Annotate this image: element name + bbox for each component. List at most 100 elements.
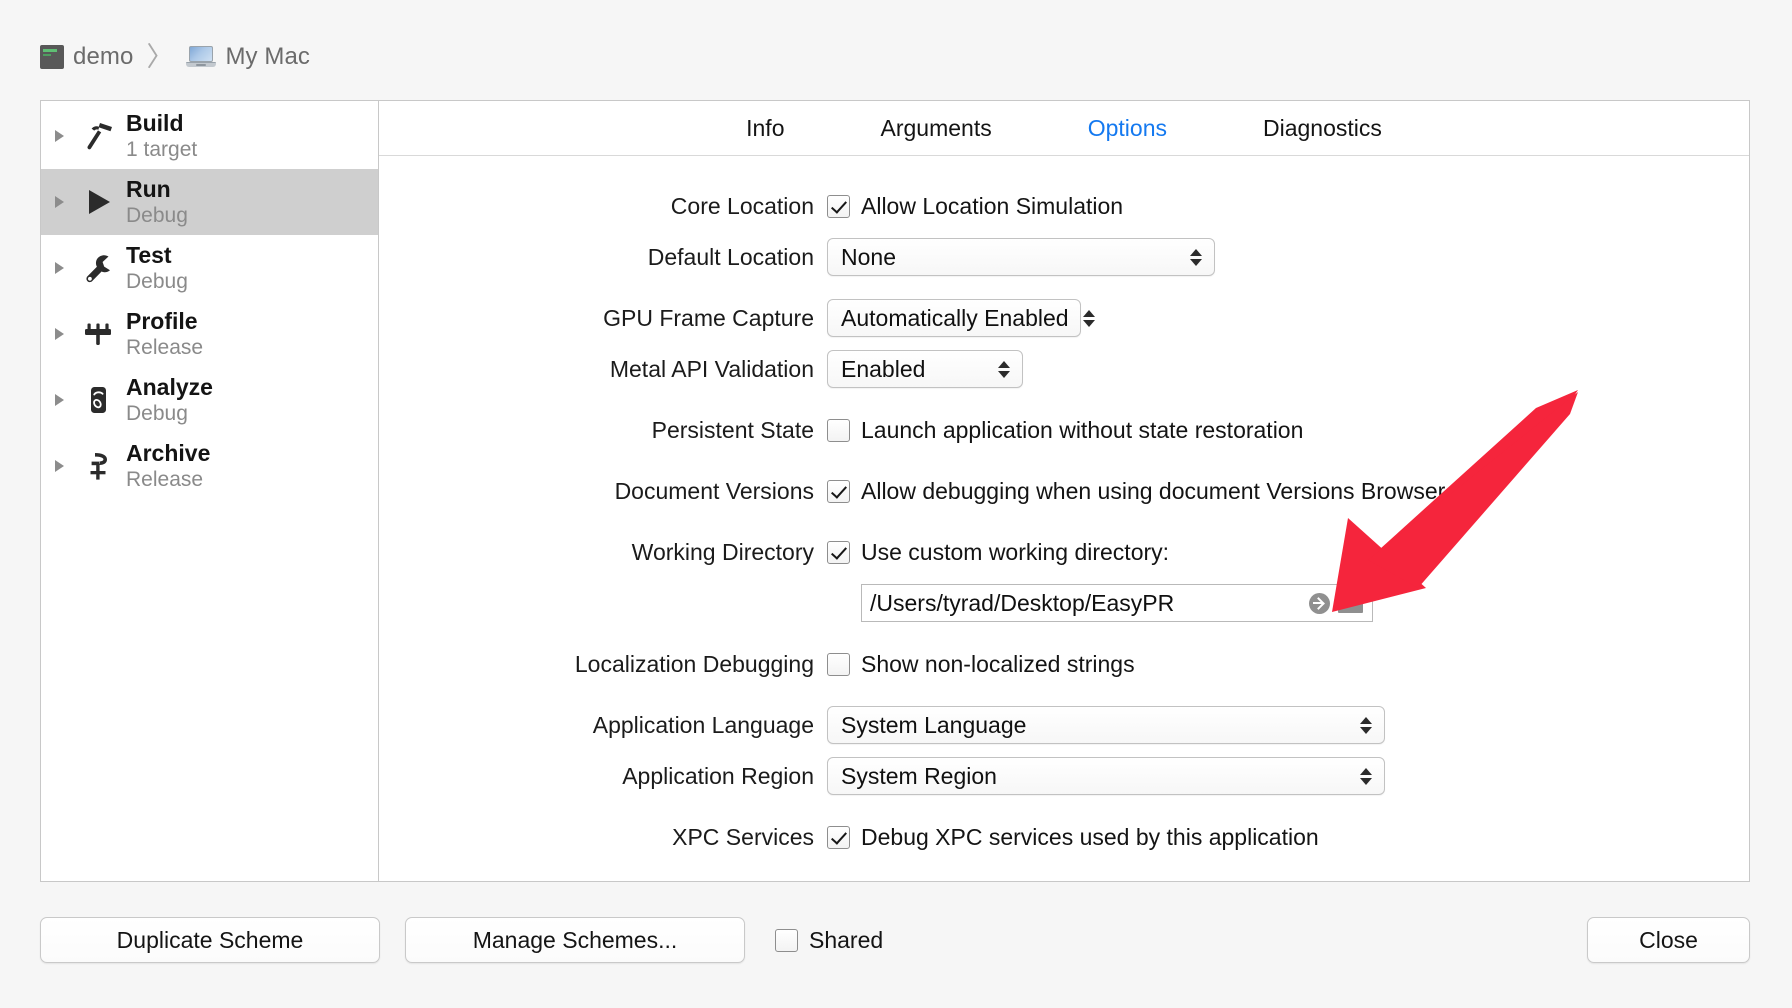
hammer-icon <box>78 116 118 156</box>
choose-folder-icon[interactable] <box>1338 593 1363 613</box>
application-region-label: Application Region <box>622 762 814 789</box>
sidebar-item-profile-title: Profile <box>126 307 198 334</box>
shared-checkbox[interactable] <box>775 928 798 952</box>
use-custom-working-directory-label: Use custom working directory: <box>861 538 1170 565</box>
tab-bar: Info Arguments Options Diagnostics <box>379 101 1749 156</box>
breadcrumb-item-project[interactable]: demo <box>40 43 133 71</box>
duplicate-scheme-button[interactable]: Duplicate Scheme <box>40 917 380 963</box>
tab-info[interactable]: Info <box>698 115 832 142</box>
breadcrumb-separator-icon: 〉 <box>146 41 174 72</box>
sidebar-item-run-title: Run <box>126 175 171 202</box>
core-location-label: Core Location <box>670 192 814 219</box>
localization-debugging-label: Localization Debugging <box>574 650 814 677</box>
sidebar-item-run[interactable]: Run Debug <box>41 169 378 235</box>
row-persistent-state: Persistent State Launch application with… <box>379 410 1749 450</box>
row-working-directory: Working Directory Use custom working dir… <box>379 532 1749 572</box>
gpu-frame-capture-value: Automatically Enabled <box>841 304 1069 331</box>
tab-options[interactable]: Options <box>1040 115 1215 142</box>
laptop-icon <box>186 45 217 69</box>
disclosure-triangle-icon[interactable] <box>55 130 64 142</box>
sidebar-item-profile[interactable]: Profile Release <box>41 301 378 367</box>
close-button[interactable]: Close <box>1587 917 1750 963</box>
sidebar-item-archive-subtitle: Release <box>126 467 204 491</box>
application-language-label: Application Language <box>592 711 814 738</box>
default-location-select[interactable]: None <box>827 238 1215 276</box>
scheme-editor-panel: Build 1 target Run Debug Test Debug Prof… <box>40 100 1750 882</box>
debug-xpc-services-checkbox[interactable] <box>827 825 850 849</box>
debug-xpc-services-label: Debug XPC services used by this applicat… <box>861 823 1319 850</box>
disclosure-triangle-icon[interactable] <box>55 394 64 406</box>
shared-label: Shared <box>809 926 884 953</box>
persistent-state-label: Persistent State <box>651 416 814 443</box>
sidebar-item-archive[interactable]: Archive Release <box>41 433 378 499</box>
footer-bar: Duplicate Scheme Manage Schemes... Share… <box>0 905 1792 975</box>
show-non-localized-strings-checkbox[interactable] <box>827 652 850 676</box>
row-xpc-services: XPC Services Debug XPC services used by … <box>379 817 1749 857</box>
row-application-language: Application Language System Language <box>379 705 1749 745</box>
sidebar-item-run-subtitle: Debug <box>126 203 188 227</box>
wrench-icon <box>78 248 118 288</box>
row-metal-api-validation: Metal API Validation Enabled <box>379 349 1749 389</box>
chevron-updown-icon <box>1356 716 1376 734</box>
scheme-actions-sidebar: Build 1 target Run Debug Test Debug Prof… <box>41 101 379 881</box>
persistent-state-checkbox[interactable] <box>827 418 850 442</box>
row-localization-debugging: Localization Debugging Show non-localize… <box>379 644 1749 684</box>
scheme-detail-pane: Info Arguments Options Diagnostics Core … <box>379 101 1749 881</box>
row-application-region: Application Region System Region <box>379 756 1749 796</box>
default-location-label: Default Location <box>647 243 814 270</box>
manage-schemes-button[interactable]: Manage Schemes... <box>405 917 745 963</box>
options-form: Core Location Allow Location Simulation … <box>379 156 1749 881</box>
working-directory-label: Working Directory <box>631 538 814 565</box>
terminal-icon <box>40 45 64 69</box>
application-region-value: System Region <box>841 762 997 789</box>
sidebar-item-test-subtitle: Debug <box>126 269 188 293</box>
allow-location-simulation-label: Allow Location Simulation <box>861 192 1124 219</box>
row-core-location: Core Location Allow Location Simulation <box>379 186 1749 226</box>
gauge-icon <box>78 314 118 354</box>
application-region-select[interactable]: System Region <box>827 757 1385 795</box>
reveal-in-finder-icon[interactable] <box>1309 592 1330 614</box>
tab-diagnostics[interactable]: Diagnostics <box>1215 115 1430 142</box>
sidebar-item-test-title: Test <box>126 241 172 268</box>
disclosure-triangle-icon[interactable] <box>55 196 64 208</box>
breadcrumb-item-destination[interactable]: My Mac <box>186 43 310 71</box>
gpu-frame-capture-select[interactable]: Automatically Enabled <box>827 299 1095 337</box>
play-icon <box>78 182 118 222</box>
sidebar-item-build-subtitle: 1 target <box>126 137 198 161</box>
breadcrumb-destination-label: My Mac <box>225 43 311 70</box>
sidebar-item-analyze-title: Analyze <box>126 373 213 400</box>
breadcrumb-project-label: demo <box>73 43 134 70</box>
chevron-updown-icon <box>994 360 1014 378</box>
chevron-updown-icon <box>1079 309 1099 327</box>
use-custom-working-directory-checkbox[interactable] <box>827 540 850 564</box>
chevron-updown-icon <box>1356 767 1376 785</box>
tab-arguments[interactable]: Arguments <box>833 115 1040 142</box>
sidebar-item-profile-subtitle: Release <box>126 335 204 359</box>
metal-api-validation-select[interactable]: Enabled <box>827 350 1023 388</box>
shared-checkbox-group: Shared <box>775 927 883 954</box>
sidebar-item-archive-title: Archive <box>126 439 211 466</box>
sidebar-item-test[interactable]: Test Debug <box>41 235 378 301</box>
sidebar-item-build[interactable]: Build 1 target <box>41 103 378 169</box>
allow-location-simulation-checkbox[interactable] <box>827 194 850 218</box>
disclosure-triangle-icon[interactable] <box>55 328 64 340</box>
breadcrumb: demo 〉 My Mac <box>40 40 310 74</box>
document-versions-checkbox-label: Allow debugging when using document Vers… <box>861 477 1446 504</box>
archive-icon <box>78 446 118 486</box>
document-versions-label: Document Versions <box>614 477 814 504</box>
row-working-directory-path: /Users/tyrad/Desktop/EasyPR <box>379 583 1749 623</box>
default-location-value: None <box>841 243 896 270</box>
disclosure-triangle-icon[interactable] <box>55 262 64 274</box>
application-language-select[interactable]: System Language <box>827 706 1385 744</box>
working-directory-path-field[interactable]: /Users/tyrad/Desktop/EasyPR <box>861 584 1373 622</box>
sidebar-item-analyze[interactable]: Analyze Debug <box>41 367 378 433</box>
document-versions-checkbox[interactable] <box>827 479 850 503</box>
show-non-localized-strings-label: Show non-localized strings <box>861 650 1135 677</box>
application-language-value: System Language <box>841 711 1027 738</box>
sidebar-item-build-title: Build <box>126 109 184 136</box>
disclosure-triangle-icon[interactable] <box>55 460 64 472</box>
row-default-location: Default Location None <box>379 237 1749 277</box>
metal-api-validation-label: Metal API Validation <box>609 355 814 382</box>
persistent-state-checkbox-label: Launch application without state restora… <box>861 416 1304 443</box>
xpc-services-label: XPC Services <box>672 823 814 850</box>
